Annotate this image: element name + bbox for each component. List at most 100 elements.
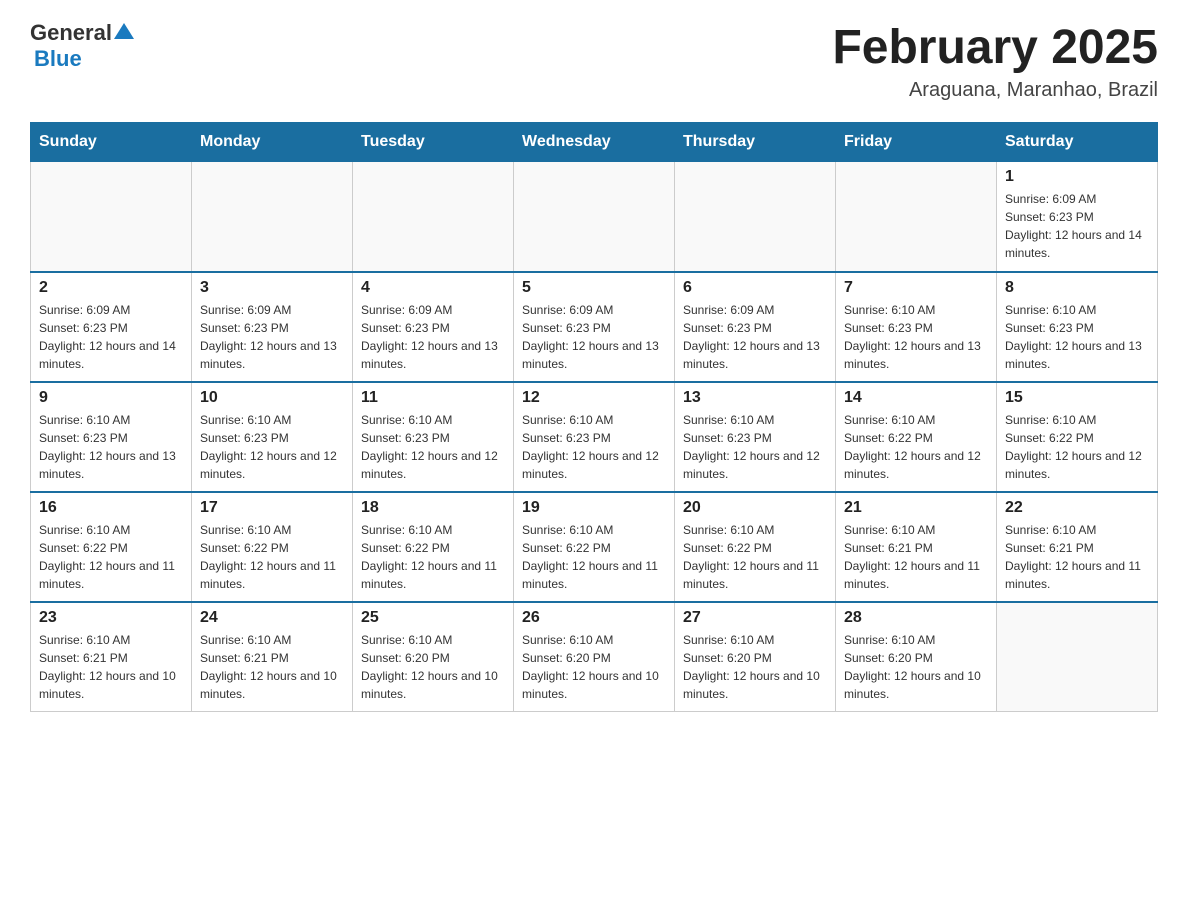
calendar-week-row: 2 Sunrise: 6:09 AMSunset: 6:23 PMDaylight… bbox=[31, 272, 1158, 382]
weekday-header: Saturday bbox=[997, 123, 1158, 162]
calendar-day-cell: 16 Sunrise: 6:10 AMSunset: 6:22 PMDayligh… bbox=[31, 492, 192, 602]
day-number: 4 bbox=[361, 279, 505, 297]
calendar-day-cell: 17 Sunrise: 6:10 AMSunset: 6:22 PMDayligh… bbox=[192, 492, 353, 602]
day-number: 24 bbox=[200, 609, 344, 627]
day-number: 9 bbox=[39, 389, 183, 407]
weekday-header: Tuesday bbox=[353, 123, 514, 162]
day-info: Sunrise: 6:10 AMSunset: 6:20 PMDaylight:… bbox=[683, 631, 827, 703]
day-number: 18 bbox=[361, 499, 505, 517]
weekday-header: Thursday bbox=[675, 123, 836, 162]
calendar-day-cell bbox=[192, 162, 353, 272]
day-number: 1 bbox=[1005, 168, 1149, 186]
calendar-day-cell bbox=[353, 162, 514, 272]
day-number: 16 bbox=[39, 499, 183, 517]
day-info: Sunrise: 6:10 AMSunset: 6:22 PMDaylight:… bbox=[522, 521, 666, 593]
calendar-day-cell: 4 Sunrise: 6:09 AMSunset: 6:23 PMDaylight… bbox=[353, 272, 514, 382]
calendar-day-cell: 18 Sunrise: 6:10 AMSunset: 6:22 PMDayligh… bbox=[353, 492, 514, 602]
day-number: 2 bbox=[39, 279, 183, 297]
day-info: Sunrise: 6:09 AMSunset: 6:23 PMDaylight:… bbox=[361, 301, 505, 373]
day-info: Sunrise: 6:10 AMSunset: 6:23 PMDaylight:… bbox=[683, 411, 827, 483]
day-info: Sunrise: 6:10 AMSunset: 6:23 PMDaylight:… bbox=[1005, 301, 1149, 373]
logo-triangle-icon bbox=[114, 21, 134, 41]
day-info: Sunrise: 6:09 AMSunset: 6:23 PMDaylight:… bbox=[522, 301, 666, 373]
day-info: Sunrise: 6:10 AMSunset: 6:21 PMDaylight:… bbox=[1005, 521, 1149, 593]
logo: General Blue bbox=[30, 20, 134, 72]
day-number: 3 bbox=[200, 279, 344, 297]
calendar-day-cell: 21 Sunrise: 6:10 AMSunset: 6:21 PMDayligh… bbox=[836, 492, 997, 602]
day-info: Sunrise: 6:10 AMSunset: 6:20 PMDaylight:… bbox=[844, 631, 988, 703]
day-info: Sunrise: 6:10 AMSunset: 6:23 PMDaylight:… bbox=[844, 301, 988, 373]
day-info: Sunrise: 6:09 AMSunset: 6:23 PMDaylight:… bbox=[1005, 190, 1149, 262]
calendar-day-cell: 12 Sunrise: 6:10 AMSunset: 6:23 PMDayligh… bbox=[514, 382, 675, 492]
calendar-day-cell: 22Sunrise: 6:10 AMSunset: 6:21 PMDayligh… bbox=[997, 492, 1158, 602]
day-info: Sunrise: 6:10 AMSunset: 6:23 PMDaylight:… bbox=[39, 411, 183, 483]
day-info: Sunrise: 6:10 AMSunset: 6:22 PMDaylight:… bbox=[200, 521, 344, 593]
calendar-day-cell: 25 Sunrise: 6:10 AMSunset: 6:20 PMDayligh… bbox=[353, 602, 514, 712]
calendar-header-row: SundayMondayTuesdayWednesdayThursdayFrid… bbox=[31, 123, 1158, 162]
month-title: February 2025 bbox=[832, 20, 1158, 75]
calendar-day-cell: 19 Sunrise: 6:10 AMSunset: 6:22 PMDayligh… bbox=[514, 492, 675, 602]
calendar-day-cell: 20 Sunrise: 6:10 AMSunset: 6:22 PMDayligh… bbox=[675, 492, 836, 602]
day-info: Sunrise: 6:10 AMSunset: 6:20 PMDaylight:… bbox=[361, 631, 505, 703]
calendar-day-cell bbox=[675, 162, 836, 272]
calendar-day-cell: 13 Sunrise: 6:10 AMSunset: 6:23 PMDayligh… bbox=[675, 382, 836, 492]
location-title: Araguana, Maranhao, Brazil bbox=[832, 79, 1158, 102]
weekday-header: Monday bbox=[192, 123, 353, 162]
calendar-day-cell: 6 Sunrise: 6:09 AMSunset: 6:23 PMDaylight… bbox=[675, 272, 836, 382]
day-number: 23 bbox=[39, 609, 183, 627]
title-block: February 2025 Araguana, Maranhao, Brazil bbox=[832, 20, 1158, 102]
day-number: 15 bbox=[1005, 389, 1149, 407]
day-number: 12 bbox=[522, 389, 666, 407]
day-info: Sunrise: 6:10 AMSunset: 6:23 PMDaylight:… bbox=[361, 411, 505, 483]
calendar-day-cell: 24 Sunrise: 6:10 AMSunset: 6:21 PMDayligh… bbox=[192, 602, 353, 712]
page-header: General Blue February 2025 Araguana, Mar… bbox=[30, 20, 1158, 102]
day-number: 17 bbox=[200, 499, 344, 517]
day-number: 8 bbox=[1005, 279, 1149, 297]
calendar-week-row: 16 Sunrise: 6:10 AMSunset: 6:22 PMDayligh… bbox=[31, 492, 1158, 602]
weekday-header: Sunday bbox=[31, 123, 192, 162]
calendar-day-cell: 27 Sunrise: 6:10 AMSunset: 6:20 PMDayligh… bbox=[675, 602, 836, 712]
day-info: Sunrise: 6:10 AMSunset: 6:21 PMDaylight:… bbox=[200, 631, 344, 703]
calendar-day-cell: 1 Sunrise: 6:09 AMSunset: 6:23 PMDaylight… bbox=[997, 162, 1158, 272]
calendar-day-cell bbox=[997, 602, 1158, 712]
day-info: Sunrise: 6:10 AMSunset: 6:22 PMDaylight:… bbox=[1005, 411, 1149, 483]
day-number: 19 bbox=[522, 499, 666, 517]
day-number: 21 bbox=[844, 499, 988, 517]
day-info: Sunrise: 6:10 AMSunset: 6:23 PMDaylight:… bbox=[522, 411, 666, 483]
day-info: Sunrise: 6:09 AMSunset: 6:23 PMDaylight:… bbox=[200, 301, 344, 373]
day-number: 27 bbox=[683, 609, 827, 627]
day-info: Sunrise: 6:10 AMSunset: 6:22 PMDaylight:… bbox=[361, 521, 505, 593]
logo-general-text: General bbox=[30, 20, 112, 46]
calendar-day-cell bbox=[514, 162, 675, 272]
day-number: 11 bbox=[361, 389, 505, 407]
calendar-day-cell bbox=[836, 162, 997, 272]
calendar-day-cell: 15 Sunrise: 6:10 AMSunset: 6:22 PMDayligh… bbox=[997, 382, 1158, 492]
calendar-day-cell bbox=[31, 162, 192, 272]
calendar-day-cell: 26 Sunrise: 6:10 AMSunset: 6:20 PMDayligh… bbox=[514, 602, 675, 712]
calendar-week-row: 9 Sunrise: 6:10 AMSunset: 6:23 PMDaylight… bbox=[31, 382, 1158, 492]
weekday-header: Friday bbox=[836, 123, 997, 162]
calendar-table: SundayMondayTuesdayWednesdayThursdayFrid… bbox=[30, 122, 1158, 712]
day-number: 5 bbox=[522, 279, 666, 297]
day-number: 25 bbox=[361, 609, 505, 627]
day-number: 6 bbox=[683, 279, 827, 297]
calendar-day-cell: 5 Sunrise: 6:09 AMSunset: 6:23 PMDaylight… bbox=[514, 272, 675, 382]
calendar-day-cell: 9 Sunrise: 6:10 AMSunset: 6:23 PMDaylight… bbox=[31, 382, 192, 492]
calendar-day-cell: 28 Sunrise: 6:10 AMSunset: 6:20 PMDayligh… bbox=[836, 602, 997, 712]
day-number: 7 bbox=[844, 279, 988, 297]
logo-blue-text: Blue bbox=[34, 46, 82, 71]
day-number: 28 bbox=[844, 609, 988, 627]
day-number: 20 bbox=[683, 499, 827, 517]
day-info: Sunrise: 6:10 AMSunset: 6:22 PMDaylight:… bbox=[844, 411, 988, 483]
day-number: 26 bbox=[522, 609, 666, 627]
day-number: 13 bbox=[683, 389, 827, 407]
day-info: Sunrise: 6:10 AMSunset: 6:20 PMDaylight:… bbox=[522, 631, 666, 703]
day-info: Sunrise: 6:09 AMSunset: 6:23 PMDaylight:… bbox=[683, 301, 827, 373]
day-info: Sunrise: 6:10 AMSunset: 6:22 PMDaylight:… bbox=[39, 521, 183, 593]
day-info: Sunrise: 6:10 AMSunset: 6:21 PMDaylight:… bbox=[844, 521, 988, 593]
day-number: 10 bbox=[200, 389, 344, 407]
calendar-week-row: 23 Sunrise: 6:10 AMSunset: 6:21 PMDayligh… bbox=[31, 602, 1158, 712]
day-info: Sunrise: 6:10 AMSunset: 6:23 PMDaylight:… bbox=[200, 411, 344, 483]
calendar-week-row: 1 Sunrise: 6:09 AMSunset: 6:23 PMDaylight… bbox=[31, 162, 1158, 272]
day-info: Sunrise: 6:10 AMSunset: 6:22 PMDaylight:… bbox=[683, 521, 827, 593]
